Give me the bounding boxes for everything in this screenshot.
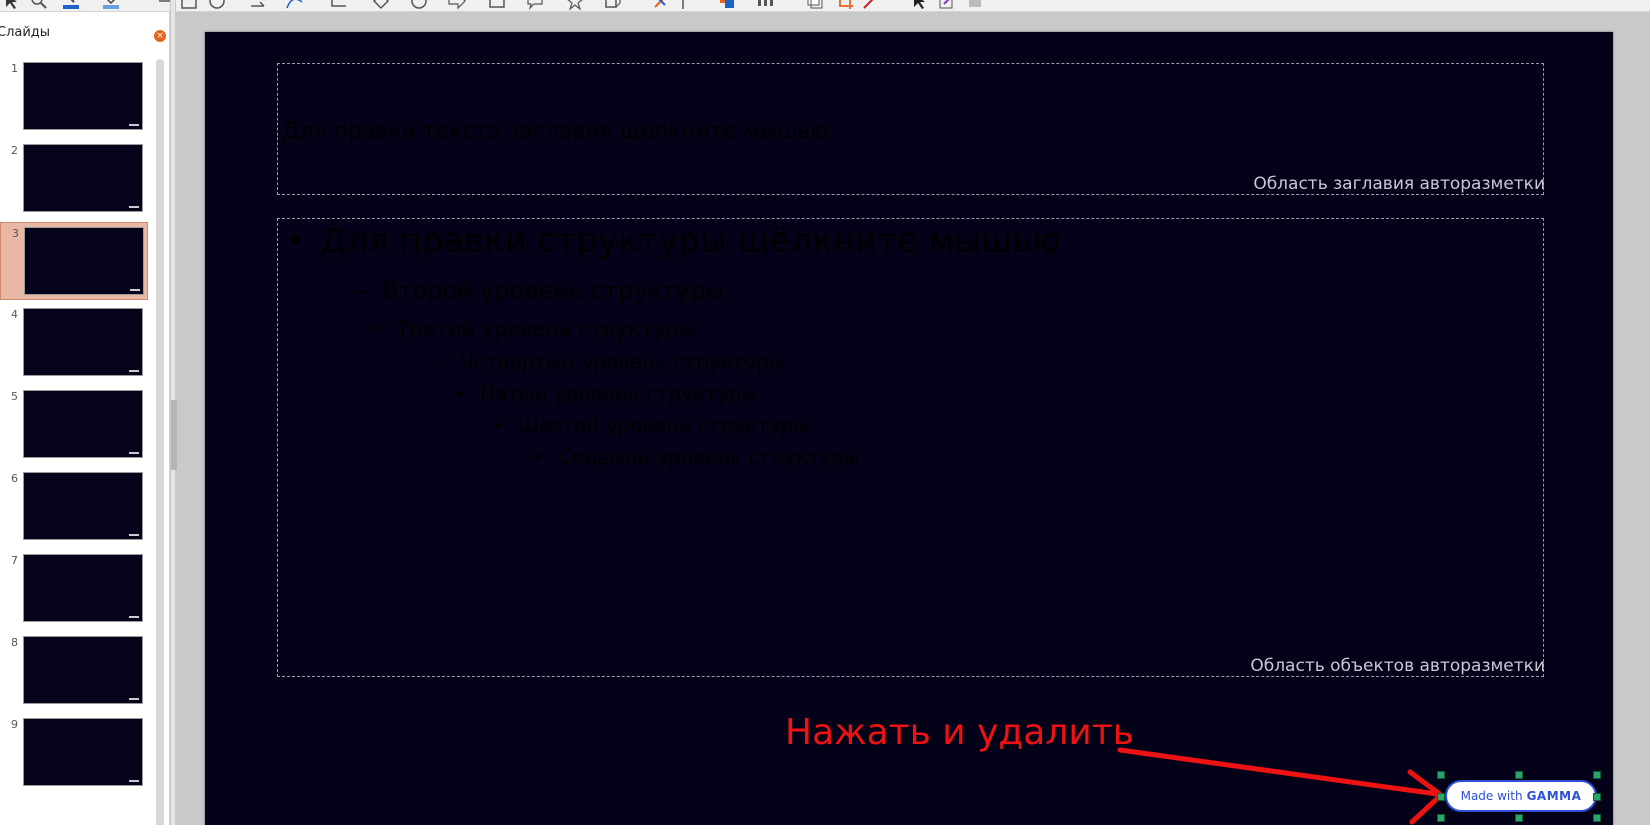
bullet-icon: – (436, 350, 446, 374)
outline-level-6: • Шестой уровень структуры (492, 413, 810, 437)
slide-preview (23, 554, 143, 622)
slide-thumbnail-7[interactable]: 7 (0, 550, 148, 628)
slide-preview (23, 472, 143, 540)
resize-handle-tr[interactable] (1593, 771, 1601, 779)
basic-shapes-icon[interactable] (372, 0, 390, 10)
title-placeholder-text: Для правки текста заглавия щелкните мышь… (282, 119, 829, 144)
resize-handle-tl[interactable] (1437, 771, 1445, 779)
slide-thumbnail-4[interactable]: 4 (0, 304, 148, 382)
gluepoint-icon[interactable] (966, 0, 984, 10)
select-arrow-icon[interactable] (2, 0, 20, 10)
slides-pane-scrollbar[interactable] (156, 59, 164, 825)
bullet-icon: • (492, 413, 504, 437)
slide-number: 3 (12, 227, 19, 240)
slide-preview (24, 227, 144, 295)
badge-label: Made with GAMMA (1460, 789, 1582, 803)
slide-number: 8 (11, 636, 18, 649)
resize-handle-bl[interactable] (1437, 814, 1445, 822)
slides-pane-title: Слайды (0, 25, 51, 40)
curve-icon[interactable] (286, 0, 304, 10)
fill-color-icon[interactable] (102, 0, 120, 10)
flowchart-icon[interactable] (488, 0, 506, 10)
slide-thumbnail-2[interactable]: 2 (0, 140, 148, 218)
slide-thumbnail-1[interactable]: 1 (0, 58, 148, 136)
slide-preview (23, 62, 143, 130)
points-edit-icon[interactable] (938, 0, 956, 10)
outline-level-7: • Седьмой уровень структуры (532, 445, 860, 469)
resize-handle-r[interactable] (1593, 793, 1601, 801)
rotate-icon[interactable] (652, 0, 670, 10)
pointer-icon[interactable] (910, 0, 928, 10)
rectangle-icon[interactable] (180, 0, 198, 10)
toolbar (0, 0, 1650, 12)
arrange-icon[interactable] (718, 0, 736, 10)
slide-number: 4 (11, 308, 18, 321)
callout-icon[interactable] (526, 0, 544, 10)
bullet-icon: • (454, 382, 466, 406)
made-with-gamma-badge[interactable]: Made with GAMMA (1445, 780, 1597, 812)
symbol-shapes-icon[interactable] (410, 0, 428, 10)
zoom-icon[interactable] (30, 0, 48, 10)
slide-preview (23, 718, 143, 786)
distribute-icon[interactable] (756, 0, 774, 10)
slide-preview (23, 144, 143, 212)
outline-level-4: – Четвёртый уровень структуры (436, 350, 785, 374)
bullet-icon: • (286, 221, 307, 261)
ellipse-icon[interactable] (208, 0, 226, 10)
slide-number: 7 (11, 554, 18, 567)
bullet-icon: • (532, 445, 544, 469)
slides-pane: Слайды × 1 2 3 4 5 6 7 8 9 (0, 12, 170, 825)
slide-thumbnail-3[interactable]: 3 (0, 222, 148, 300)
title-placeholder-label: Область заглавия авторазметки (1253, 174, 1545, 194)
crop-icon[interactable] (836, 0, 854, 10)
slide-preview (23, 390, 143, 458)
outline-level-2: – Второй уровень структуры (356, 277, 725, 305)
content-placeholder[interactable]: • Для правки структуры щёлкните мышью – Вт… (277, 218, 1545, 677)
slide-preview (23, 636, 143, 704)
content-placeholder-label: Область объектов авторазметки (1250, 656, 1545, 676)
3d-object-icon[interactable] (604, 0, 622, 10)
slide-preview (23, 308, 143, 376)
line-color-icon[interactable] (62, 0, 80, 10)
bullet-icon: – (356, 277, 368, 305)
outline-level-5: • Пятый уровень структуры (454, 382, 757, 406)
align-icon[interactable] (680, 0, 698, 10)
slide-thumbnail-8[interactable]: 8 (0, 632, 148, 710)
close-icon[interactable]: × (154, 30, 166, 42)
slides-pane-header: Слайды (0, 25, 170, 49)
resize-handle-t[interactable] (1515, 771, 1523, 779)
outline-level-3: • Третий уровень структуры (370, 317, 696, 341)
slide-number: 2 (11, 144, 18, 157)
star-icon[interactable] (566, 0, 584, 10)
arrow-line-icon[interactable] (250, 0, 268, 10)
shadow-icon[interactable] (806, 0, 824, 10)
connector-icon[interactable] (330, 0, 348, 10)
slide-thumbnail-6[interactable]: 6 (0, 468, 148, 546)
title-placeholder[interactable]: Для правки текста заглавия щелкните мышь… (277, 63, 1545, 195)
outline-level-1: • Для правки структуры щёлкните мышью (286, 221, 1061, 261)
slide-number: 5 (11, 390, 18, 403)
slide-number: 6 (11, 472, 18, 485)
annotation-text: Нажать и удалить (785, 712, 1134, 753)
slide-thumbnail-5[interactable]: 5 (0, 386, 148, 464)
block-arrows-icon[interactable] (448, 0, 466, 10)
slide-thumbnail-9[interactable]: 9 (0, 714, 148, 792)
slide-number: 1 (11, 62, 18, 75)
bullet-icon: • (370, 317, 383, 341)
slide-number: 9 (11, 718, 18, 731)
pen-icon[interactable] (862, 0, 880, 10)
slide-canvas[interactable]: Для правки текста заглавия щелкните мышь… (205, 32, 1613, 825)
resize-handle-l[interactable] (1437, 793, 1445, 801)
resize-handle-b[interactable] (1515, 814, 1523, 822)
gamma-logo: GAMMA (1526, 789, 1582, 803)
resize-handle-br[interactable] (1593, 814, 1601, 822)
